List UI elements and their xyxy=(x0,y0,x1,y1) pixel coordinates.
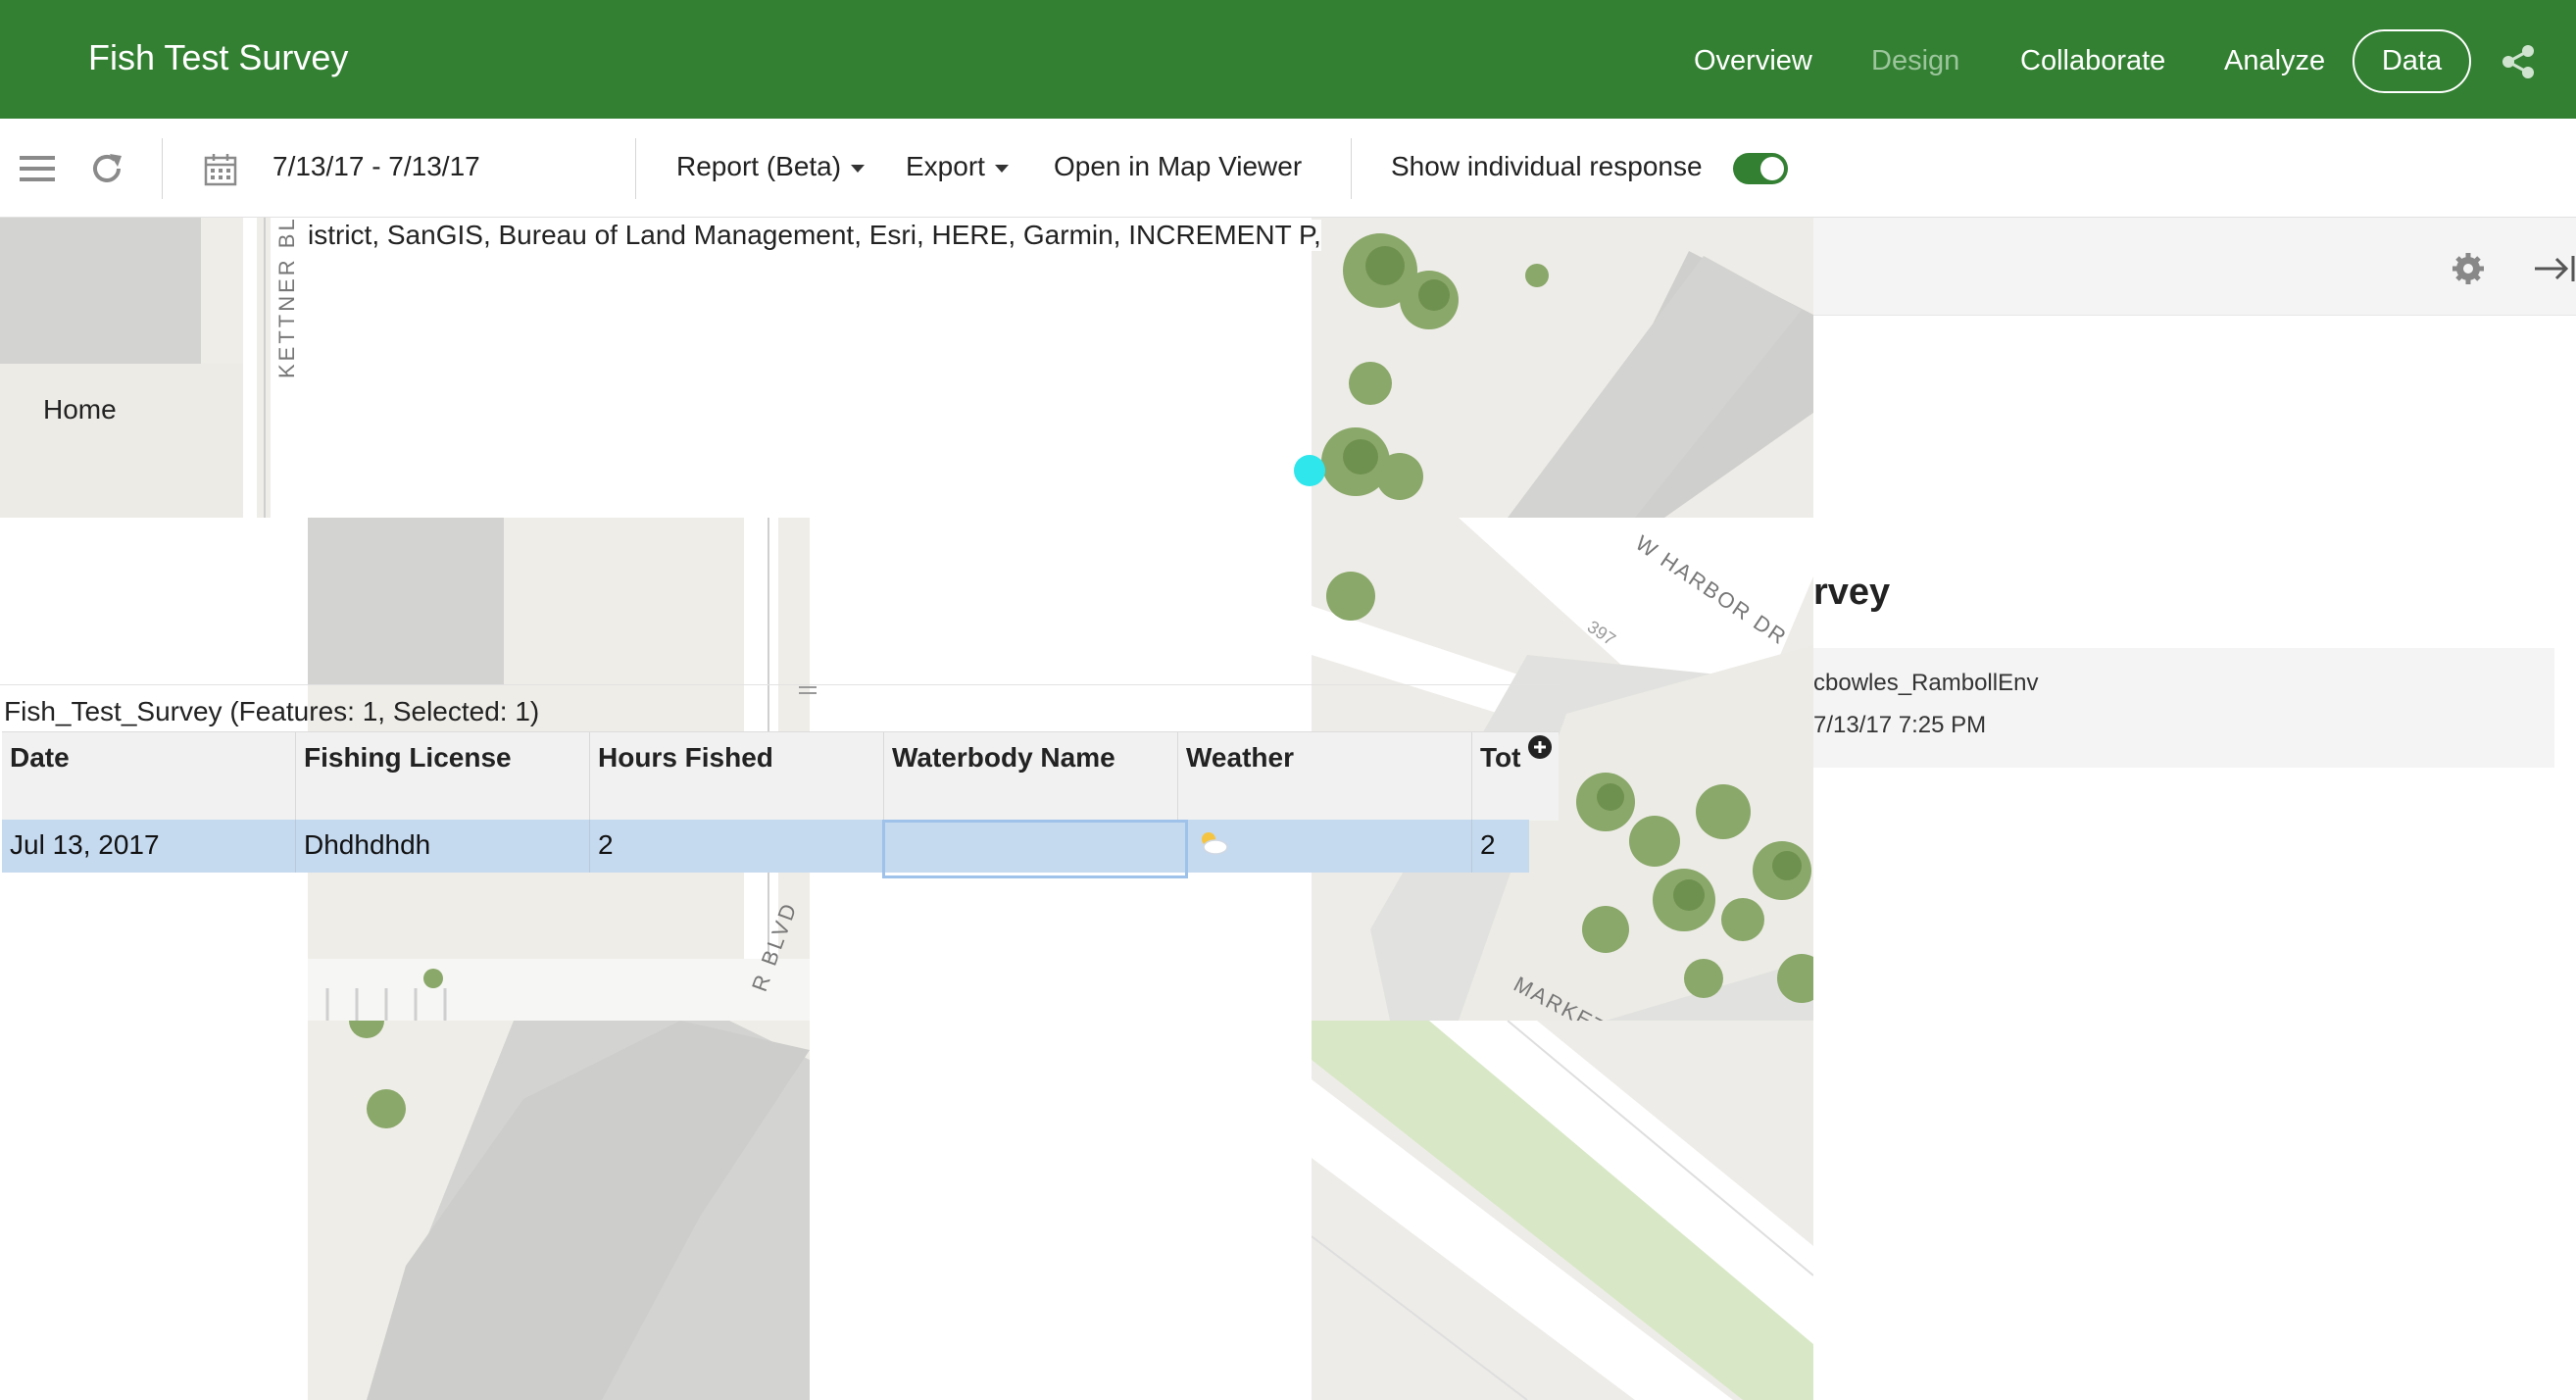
export-label: Export xyxy=(906,151,985,181)
column-header-date[interactable]: Date xyxy=(2,732,296,821)
calendar-icon[interactable] xyxy=(204,153,237,186)
app-header: Fish Test Survey Overview Design Collabo… xyxy=(0,0,2576,119)
open-in-map-viewer-button[interactable]: Open in Map Viewer xyxy=(1054,151,1302,182)
side-panel-title: rvey xyxy=(1813,572,1891,613)
location-marker[interactable] xyxy=(1294,455,1325,486)
map-tile xyxy=(0,217,304,518)
table-header: Date Fishing License Hours Fished Waterb… xyxy=(2,731,1559,821)
cell-fishing-license[interactable]: Dhdhdhdh xyxy=(296,820,590,873)
report-label: Report (Beta) xyxy=(676,151,842,181)
app-title: Fish Test Survey xyxy=(88,37,349,77)
tab-overview[interactable]: Overview xyxy=(1694,45,1812,77)
chevron-down-icon xyxy=(994,164,1009,173)
column-header-waterbody-name[interactable]: Waterbody Name xyxy=(884,732,1178,821)
street-label-kettner: KETTNER BL xyxy=(274,216,299,378)
toolbar-separator xyxy=(1351,138,1352,199)
toolbar-separator xyxy=(162,138,163,199)
cell-waterbody-name[interactable] xyxy=(882,820,1188,878)
share-icon[interactable] xyxy=(2500,43,2537,80)
partly-cloudy-icon xyxy=(1202,832,1228,855)
tab-collaborate[interactable]: Collaborate xyxy=(2020,45,2165,77)
map-attribution: istrict, SanGIS, Bureau of Land Manageme… xyxy=(308,220,1321,251)
table-row[interactable]: Jul 13, 2017 Dhdhdhdh 2 2 xyxy=(2,820,1529,878)
column-header-fishing-license[interactable]: Fishing License xyxy=(296,732,590,821)
column-header-hours-fished[interactable]: Hours Fished xyxy=(590,732,884,821)
column-header-weather[interactable]: Weather xyxy=(1178,732,1472,821)
date-range-picker[interactable]: 7/13/17 - 7/13/17 xyxy=(272,151,480,182)
toolbar-separator xyxy=(635,138,636,199)
add-column-icon[interactable] xyxy=(1526,733,1554,761)
show-individual-response-toggle[interactable] xyxy=(1733,153,1788,184)
map-tile xyxy=(308,1021,810,1400)
response-side-panel: rvey cbowles_RambollEnv 7/13/17 7:25 PM xyxy=(1813,217,2576,1400)
submission-info: cbowles_RambollEnv 7/13/17 7:25 PM xyxy=(1813,648,2554,768)
report-dropdown[interactable]: Report (Beta) xyxy=(676,151,866,182)
cell-hours-fished[interactable]: 2 xyxy=(590,820,884,873)
cell-weather[interactable] xyxy=(1188,820,1472,873)
map-tile xyxy=(1312,217,1813,518)
toolbar: 7/13/17 - 7/13/17 Report (Beta) Export O… xyxy=(0,119,2576,218)
submitter-name: cbowles_RambollEnv xyxy=(1813,670,2039,696)
tab-data[interactable]: Data xyxy=(2353,29,2471,93)
show-individual-response-label: Show individual response xyxy=(1391,151,1703,181)
table-caption: Fish_Test_Survey (Features: 1, Selected:… xyxy=(4,696,540,726)
table-divider xyxy=(0,684,1559,685)
refresh-icon[interactable] xyxy=(88,150,125,187)
resize-handle-icon[interactable] xyxy=(799,683,817,697)
tab-design[interactable]: Design xyxy=(1871,45,1959,77)
map-tile xyxy=(1312,1021,1813,1400)
toggle-knob xyxy=(1760,157,1784,180)
cell-total[interactable]: 2 xyxy=(1472,820,1529,873)
submitted-date: 7/13/17 7:25 PM xyxy=(1813,712,1987,738)
export-dropdown[interactable]: Export xyxy=(906,151,1009,182)
cell-date[interactable]: Jul 13, 2017 xyxy=(2,820,296,873)
tab-analyze[interactable]: Analyze xyxy=(2224,45,2325,77)
side-panel-toolbar xyxy=(1813,217,2576,316)
hamburger-menu-icon[interactable] xyxy=(20,155,55,182)
home-label: Home xyxy=(43,394,117,425)
survey-data-page: KETTNER BL R BLVD W HARBOR DR 397 MARKET… xyxy=(0,0,2576,1400)
chevron-down-icon xyxy=(851,164,866,173)
collapse-panel-icon[interactable] xyxy=(2533,252,2576,285)
column-header-total[interactable]: Tot xyxy=(1472,732,1529,821)
gear-icon[interactable] xyxy=(2451,251,2486,286)
